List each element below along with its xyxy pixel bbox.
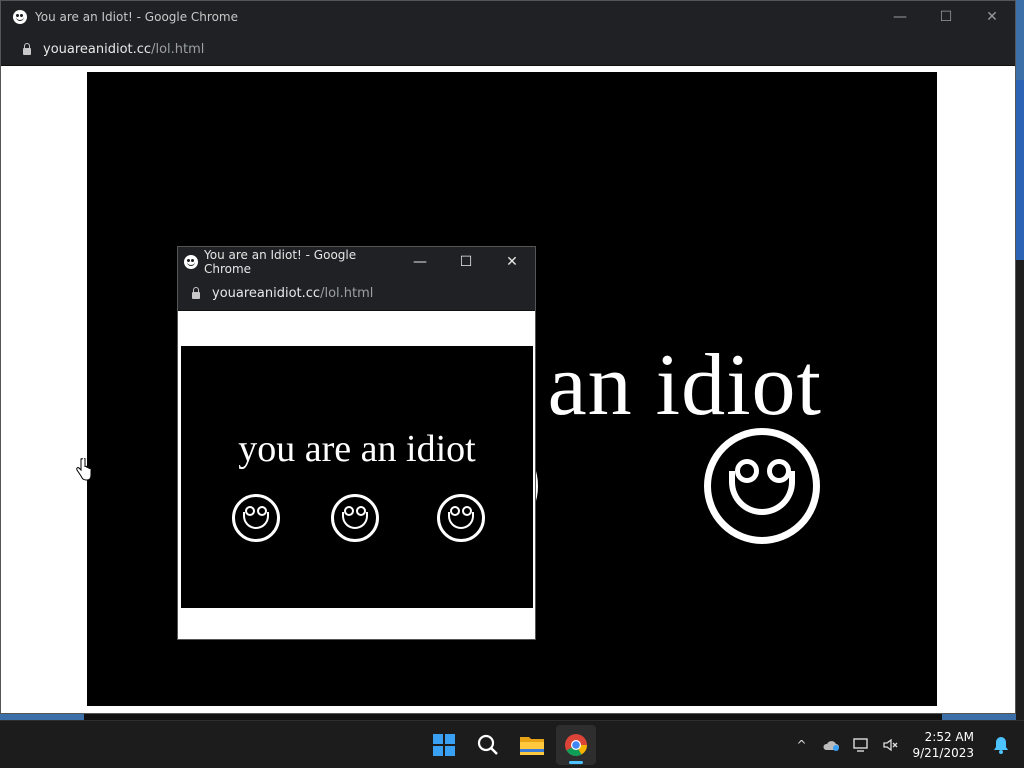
- popup-close-button[interactable]: ✕: [489, 247, 535, 276]
- background-window-edge: [1016, 260, 1024, 720]
- smiley-face-icon: [232, 494, 280, 542]
- onedrive-icon[interactable]: [816, 738, 846, 752]
- smiley-face-icon: [704, 428, 820, 544]
- show-hidden-icons-button[interactable]: ^: [786, 738, 816, 752]
- url-host[interactable]: youareanidiot.cc: [43, 42, 151, 57]
- popup-maximize-button[interactable]: ☐: [443, 247, 489, 276]
- chrome-taskbar-button[interactable]: [556, 725, 596, 765]
- minimize-button[interactable]: —: [877, 1, 923, 33]
- lock-icon[interactable]: [23, 42, 31, 55]
- popup-address-bar[interactable]: youareanidiot.cc/lol.html: [178, 276, 535, 311]
- desktop-background: [1016, 80, 1024, 260]
- file-explorer-button[interactable]: [512, 725, 552, 765]
- search-icon: [477, 734, 498, 755]
- smiley-face-icon: [331, 494, 379, 542]
- popup-page-text: you are an idiot: [238, 428, 476, 470]
- url-path[interactable]: /lol.html: [320, 286, 373, 301]
- popup-page-content: you are an idiot: [181, 346, 533, 608]
- maximize-button[interactable]: ☐: [923, 1, 969, 33]
- folder-icon: [520, 737, 544, 755]
- main-address-bar[interactable]: youareanidiot.cc/lol.html: [1, 33, 1015, 66]
- lock-icon[interactable]: [192, 286, 200, 299]
- main-title-bar[interactable]: You are an Idiot! - Google Chrome — ☐ ✕: [1, 1, 1015, 33]
- clock-time: 2:52 AM: [924, 730, 974, 744]
- main-window-title: You are an Idiot! - Google Chrome: [35, 10, 238, 24]
- notification-bell-icon[interactable]: [986, 736, 1016, 754]
- smiley-favicon-icon: [184, 254, 198, 269]
- chrome-icon: [565, 734, 587, 756]
- start-button[interactable]: [424, 725, 464, 765]
- popup-browser-window[interactable]: You are an Idiot! - Google Chrome — ☐ ✕ …: [177, 246, 536, 640]
- popup-title-bar[interactable]: You are an Idiot! - Google Chrome — ☐ ✕: [178, 247, 535, 276]
- popup-window-title: You are an Idiot! - Google Chrome: [204, 247, 357, 276]
- clock-date: 9/21/2023: [912, 746, 974, 760]
- hand-cursor-icon: [76, 458, 92, 481]
- url-path[interactable]: /lol.html: [151, 42, 204, 57]
- url-host[interactable]: youareanidiot.cc: [212, 286, 320, 301]
- windows-start-icon: [433, 734, 455, 756]
- smiley-favicon-icon: [13, 10, 27, 24]
- volume-muted-icon[interactable]: [876, 738, 906, 752]
- system-clock[interactable]: 2:52 AM 9/21/2023: [912, 729, 974, 761]
- smiley-face-icon: [437, 494, 485, 542]
- popup-minimize-button[interactable]: —: [397, 247, 443, 276]
- network-icon[interactable]: [846, 738, 876, 752]
- close-button[interactable]: ✕: [969, 1, 1015, 33]
- search-button[interactable]: [468, 725, 508, 765]
- taskbar: ^ 2:52 AM 9/21/2023: [0, 720, 1024, 768]
